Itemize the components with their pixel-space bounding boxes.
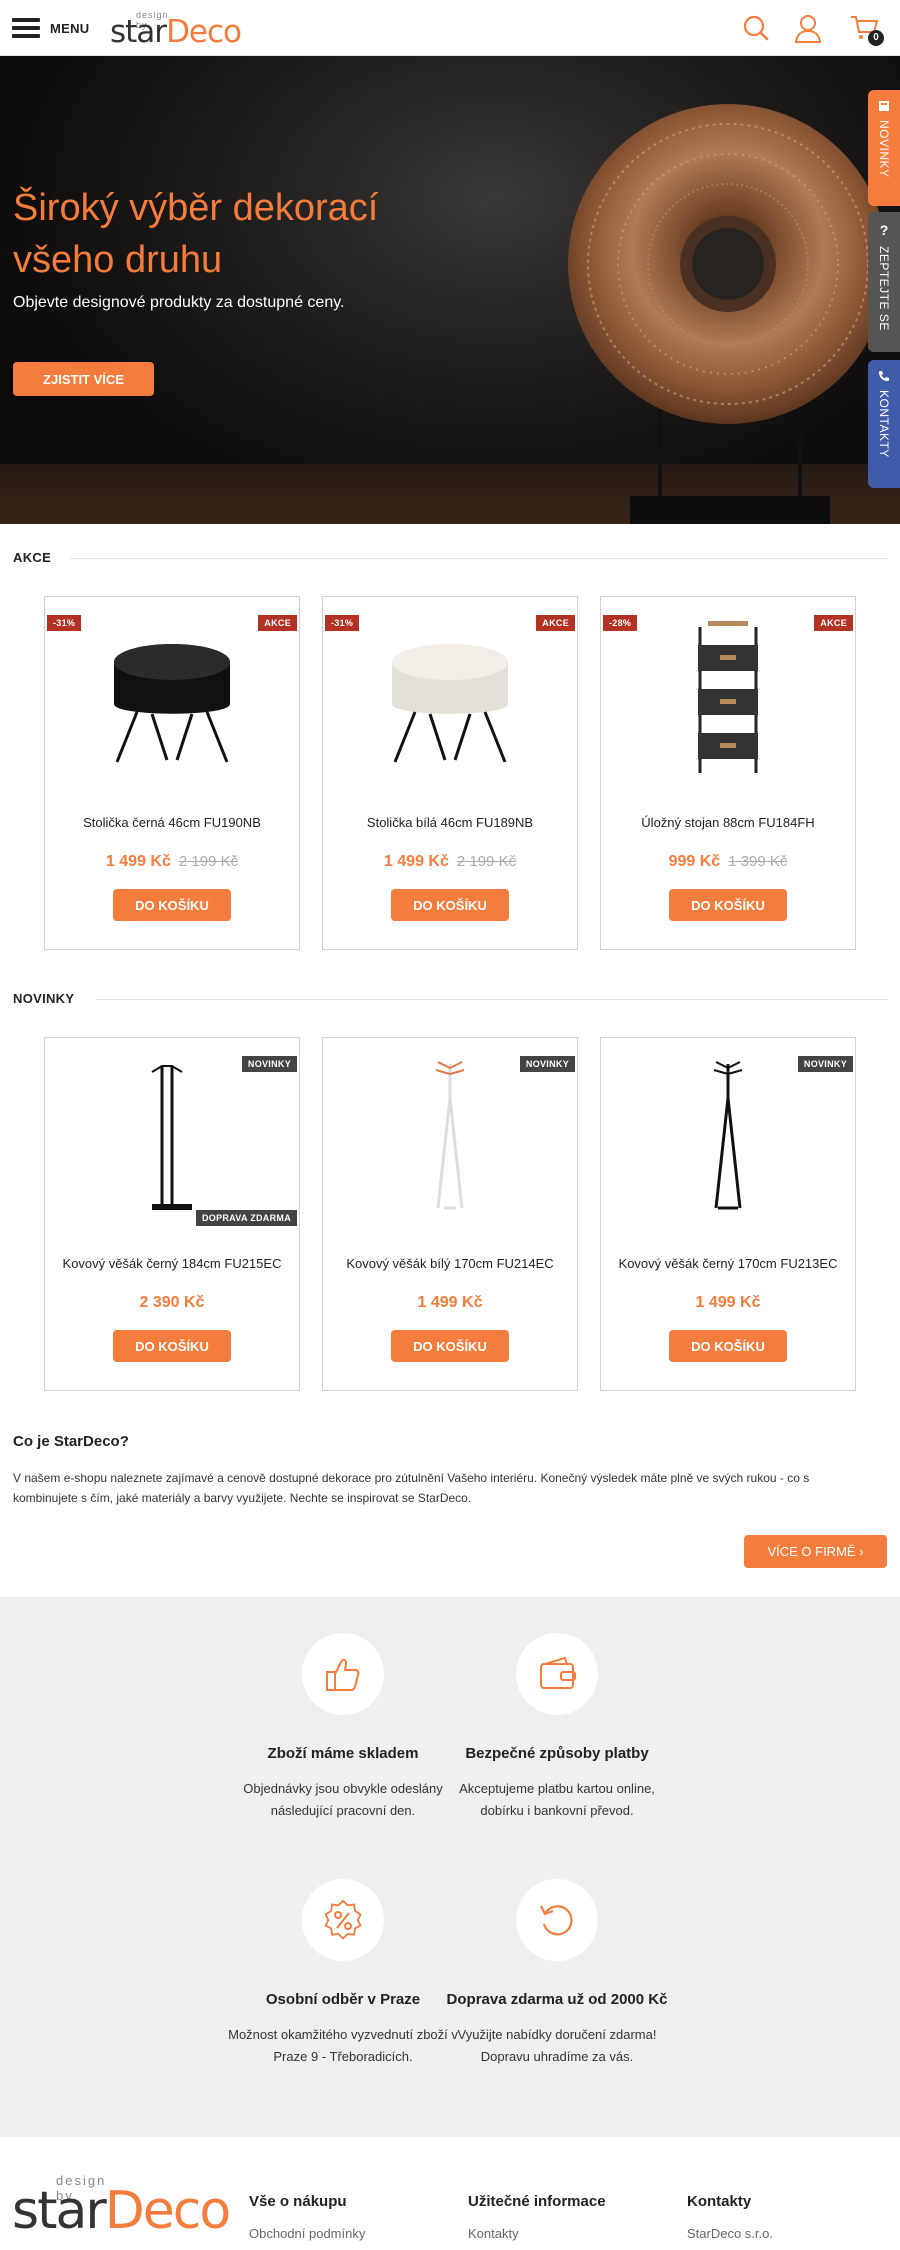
features-section: Zboží máme skladem Objednávky jsou obvyk…	[0, 1597, 900, 2137]
feature-title: Bezpečné způsoby platby	[465, 1745, 649, 1762]
hamburger-icon	[12, 18, 40, 38]
phone-icon	[879, 371, 889, 381]
hero-cta-button[interactable]: ZJISTIT VÍCE	[13, 362, 154, 396]
logo-deco-text: Deco	[166, 14, 242, 50]
akce-badge: AKCE	[536, 615, 575, 631]
new-badge: NOVINKY	[797, 1056, 853, 1072]
about-company-button[interactable]: VÍCE O FIRMĚ ›	[744, 1535, 887, 1568]
akce-badge: AKCE	[258, 615, 297, 631]
footer-link-contacts[interactable]: Kontakty	[468, 2226, 606, 2241]
product-price: 2 390 Kč	[139, 1294, 205, 1311]
news-icon	[879, 101, 889, 111]
refresh-icon	[516, 1879, 598, 1961]
cart-count-badge: 0	[868, 30, 884, 46]
product-old-price: 1 399 Kč	[728, 853, 788, 870]
search-icon[interactable]	[742, 14, 772, 44]
feature-title: Osobní odběr v Praze	[265, 1991, 421, 2008]
new-badge: NOVINKY	[241, 1056, 297, 1072]
akce-section-title: AKCE	[13, 550, 52, 565]
product-name[interactable]: Úložný stojan 88cm FU184FH	[601, 815, 855, 830]
add-to-cart-button[interactable]: DO KOŠÍKU	[113, 889, 231, 921]
novinky-divider	[96, 999, 888, 1000]
footer-column-title: Kontakty	[687, 2193, 752, 2210]
new-badge: NOVINKY	[519, 1056, 575, 1072]
about-company-button-label: VÍCE O FIRMĚ	[767, 1544, 856, 1559]
percent-badge-icon	[302, 1879, 384, 1961]
about-text: V našem e-shopu naleznete zajímavé a cen…	[13, 1471, 810, 1505]
add-to-cart-button[interactable]: DO KOŠÍKU	[391, 1330, 509, 1362]
side-tab-contacts-label: KONTAKTY	[877, 390, 891, 458]
menu-label: MENU	[50, 20, 90, 36]
feature-item: Zboží máme skladem Objednávky jsou obvyk…	[228, 1633, 458, 1822]
thumbs-up-icon	[302, 1633, 384, 1715]
product-price: 1 499 Kč	[695, 1294, 761, 1311]
novinky-section-title: NOVINKY	[13, 991, 75, 1006]
product-old-price: 2 199 Kč	[456, 853, 517, 870]
footer-link-terms[interactable]: Obchodní podmínky	[249, 2226, 365, 2241]
wallet-icon	[516, 1633, 598, 1715]
discount-badge: -28%	[603, 615, 638, 631]
add-to-cart-button[interactable]: DO KOŠÍKU	[113, 1330, 231, 1362]
product-card[interactable]: NOVINKY Kovový věšák černý 170cm FU213EC…	[600, 1037, 856, 1391]
footer-link-company[interactable]: StarDeco s.r.o.	[687, 2226, 773, 2241]
discount-badge: -31%	[325, 615, 360, 631]
product-price: 1 499 Kč	[417, 1294, 483, 1311]
logo-star-text: star	[110, 14, 167, 50]
feature-text: Možnost okamžitého vyzvednutí zboží v Pr…	[228, 2027, 458, 2064]
side-tab-novinky-label: NOVINKY	[877, 120, 891, 178]
product-old-price: 2 199 Kč	[178, 853, 239, 870]
product-card[interactable]: -28% AKCE Úložný stojan 88cm FU184FH 999…	[600, 596, 856, 950]
footer-column-title: Vše o nákupu	[249, 2193, 347, 2210]
product-name[interactable]: Kovový věšák bílý 170cm FU214EC	[323, 1256, 577, 1271]
hero-sculpture-image	[568, 104, 888, 524]
feature-item: Osobní odběr v Praze Možnost okamžitého …	[228, 1879, 458, 2068]
product-card[interactable]: NOVINKY DOPRAVA ZDARMA Kovový věšák čern…	[44, 1037, 300, 1391]
product-name[interactable]: Stolička bílá 46cm FU189NB	[323, 815, 577, 830]
akce-divider	[70, 558, 888, 559]
footer-logo-star: star	[12, 2181, 107, 2241]
product-name[interactable]: Stolička černá 46cm FU190NB	[45, 815, 299, 830]
free-shipping-badge: DOPRAVA ZDARMA	[195, 1210, 297, 1226]
feature-title: Doprava zdarma už od 2000 Kč	[446, 1991, 668, 2008]
feature-item: Doprava zdarma už od 2000 Kč Využijte na…	[442, 1879, 672, 2068]
product-price: 1 499 Kč	[383, 853, 449, 870]
discount-badge: -31%	[47, 615, 82, 631]
chevron-right-icon: ›	[859, 1544, 864, 1559]
menu-button[interactable]: MENU	[12, 18, 89, 38]
akce-badge: AKCE	[814, 615, 853, 631]
product-card[interactable]: NOVINKY Kovový věšák bílý 170cm FU214EC …	[322, 1037, 578, 1391]
side-tab-ask[interactable]: ? ZEPTEJTE SE	[868, 212, 900, 352]
side-tab-ask-label: ZEPTEJTE SE	[877, 246, 891, 331]
hero-banner: Široký výběr dekorací všeho druhu Objevt…	[0, 56, 900, 524]
site-header: MENU design by starDeco 0	[0, 0, 900, 56]
footer-column-info: Užitečné informace Kontakty	[468, 2193, 606, 2241]
product-card[interactable]: -31% AKCE Stolička černá 46cm FU190NB 1 …	[44, 596, 300, 950]
product-name[interactable]: Kovový věšák černý 184cm FU215EC	[45, 1256, 299, 1271]
add-to-cart-button[interactable]: DO KOŠÍKU	[391, 889, 509, 921]
user-icon[interactable]	[794, 14, 824, 44]
feature-text: Akceptujeme platbu kartou online, dobírk…	[459, 1781, 655, 1818]
feature-item: Bezpečné způsoby platby Akceptujeme plat…	[442, 1633, 672, 1822]
footer-column-contacts: Kontakty StarDeco s.r.o.	[687, 2193, 773, 2241]
side-tab-novinky[interactable]: NOVINKY	[868, 90, 900, 206]
feature-text: Využijte nabídky doručení zdarma! Doprav…	[457, 2027, 657, 2064]
add-to-cart-button[interactable]: DO KOŠÍKU	[669, 889, 787, 921]
footer-logo-deco: Deco	[104, 2181, 231, 2241]
hero-subtitle: Objevte designové produkty za dostupné c…	[13, 294, 345, 311]
product-price: 1 499 Kč	[105, 853, 171, 870]
side-tab-contacts[interactable]: KONTAKTY	[868, 360, 900, 488]
cart-button[interactable]: 0	[850, 14, 884, 46]
footer-column-title: Užitečné informace	[468, 2193, 606, 2210]
site-footer: design by starDeco Vše o nákupu Obchodní…	[0, 2137, 900, 2250]
product-name[interactable]: Kovový věšák černý 170cm FU213EC	[601, 1256, 855, 1271]
question-icon: ?	[879, 222, 889, 238]
product-price: 999 Kč	[668, 853, 721, 870]
footer-column-shopping: Vše o nákupu Obchodní podmínky	[249, 2193, 365, 2241]
feature-title: Zboží máme skladem	[267, 1745, 419, 1762]
about-title: Co je StarDeco?	[13, 1433, 129, 1450]
product-card[interactable]: -31% AKCE Stolička bílá 46cm FU189NB 1 4…	[322, 596, 578, 950]
add-to-cart-button[interactable]: DO KOŠÍKU	[669, 1330, 787, 1362]
hero-title: Široký výběr dekorací všeho druhu	[13, 187, 379, 281]
feature-text: Objednávky jsou obvykle odeslány následu…	[243, 1781, 443, 1818]
